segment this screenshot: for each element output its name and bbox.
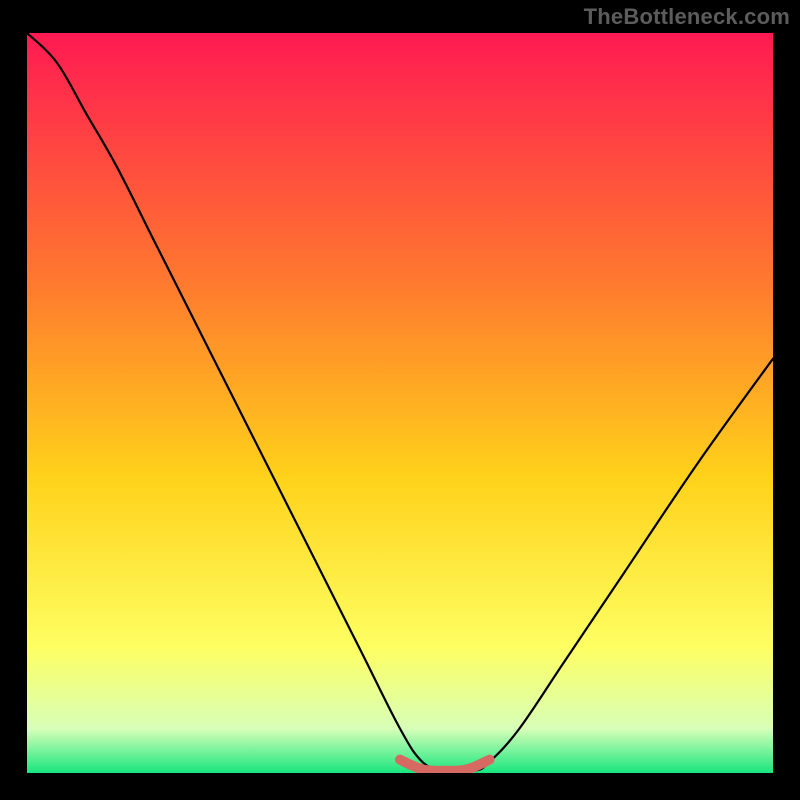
attribution-label: TheBottleneck.com [584,4,790,30]
gradient-background [27,33,773,773]
chart-plot-area [27,33,773,773]
chart-frame: TheBottleneck.com [0,0,800,800]
chart-svg [27,33,773,773]
